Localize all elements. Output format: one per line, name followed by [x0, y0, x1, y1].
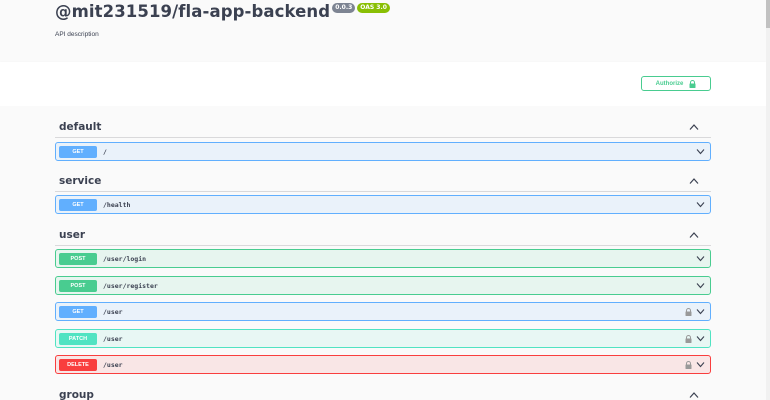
api-title-row: @mit231519/fla-app-backend 0.0.3 OAS 3.0 [55, 2, 390, 21]
method-badge: POST [59, 279, 97, 292]
chevron-down-icon[interactable] [696, 201, 705, 208]
operation-get-root[interactable]: GET / [55, 142, 711, 161]
chevron-down-icon[interactable] [696, 308, 705, 315]
api-description: API description [55, 31, 99, 38]
tag-name: service [59, 174, 102, 187]
operation-path: /user [103, 360, 123, 369]
operation-path: /user [103, 307, 123, 316]
chevron-up-icon[interactable] [689, 177, 699, 185]
operation-patch-user[interactable]: PATCH /user [55, 329, 711, 348]
lock-icon[interactable] [685, 360, 692, 369]
swagger-page: @mit231519/fla-app-backend 0.0.3 OAS 3.0… [0, 0, 770, 400]
operation-path: / [103, 147, 107, 156]
lock-icon[interactable] [685, 334, 692, 343]
authorize-label: Authorize [655, 80, 684, 87]
operation-get-user[interactable]: GET /user [55, 302, 711, 321]
lock-icon [689, 79, 696, 88]
api-title: @mit231519/fla-app-backend [55, 2, 331, 21]
operation-path: /user/login [103, 254, 147, 263]
chevron-up-icon[interactable] [689, 231, 699, 239]
tag-name: user [59, 228, 86, 241]
tag-user[interactable]: user [55, 224, 711, 246]
method-badge: POST [59, 252, 97, 265]
chevron-down-icon[interactable] [696, 282, 705, 289]
chevron-down-icon[interactable] [696, 148, 705, 155]
tag-name: group [59, 388, 94, 400]
chevron-down-icon[interactable] [696, 335, 705, 342]
operation-get-health[interactable]: GET /health [55, 195, 711, 214]
scrollbar-thumb[interactable] [766, 0, 770, 28]
method-badge: GET [59, 145, 97, 158]
chevron-up-icon[interactable] [689, 391, 699, 399]
tag-group[interactable]: group [55, 384, 711, 400]
version-badge: 0.0.3 [332, 2, 356, 13]
operation-post-user-login[interactable]: POST /user/login [55, 249, 711, 268]
tag-default[interactable]: default [55, 116, 711, 138]
operation-delete-user[interactable]: DELETE /user [55, 355, 711, 374]
oas-badge: OAS 3.0 [357, 2, 390, 13]
chevron-down-icon[interactable] [696, 255, 705, 262]
chevron-down-icon[interactable] [696, 361, 705, 368]
operation-post-user-register[interactable]: POST /user/register [55, 276, 711, 295]
chevron-up-icon[interactable] [689, 123, 699, 131]
operation-path: /user [103, 334, 123, 343]
method-badge: DELETE [59, 358, 97, 371]
operation-path: /user/register [103, 281, 158, 290]
authorize-button[interactable]: Authorize [641, 76, 711, 91]
tag-name: default [59, 120, 102, 133]
method-badge: PATCH [59, 332, 97, 345]
operation-path: /health [103, 200, 131, 209]
method-badge: GET [59, 305, 97, 318]
tag-service[interactable]: service [55, 170, 711, 192]
method-badge: GET [59, 198, 97, 211]
lock-icon[interactable] [685, 307, 692, 316]
scrollbar[interactable] [766, 0, 770, 400]
